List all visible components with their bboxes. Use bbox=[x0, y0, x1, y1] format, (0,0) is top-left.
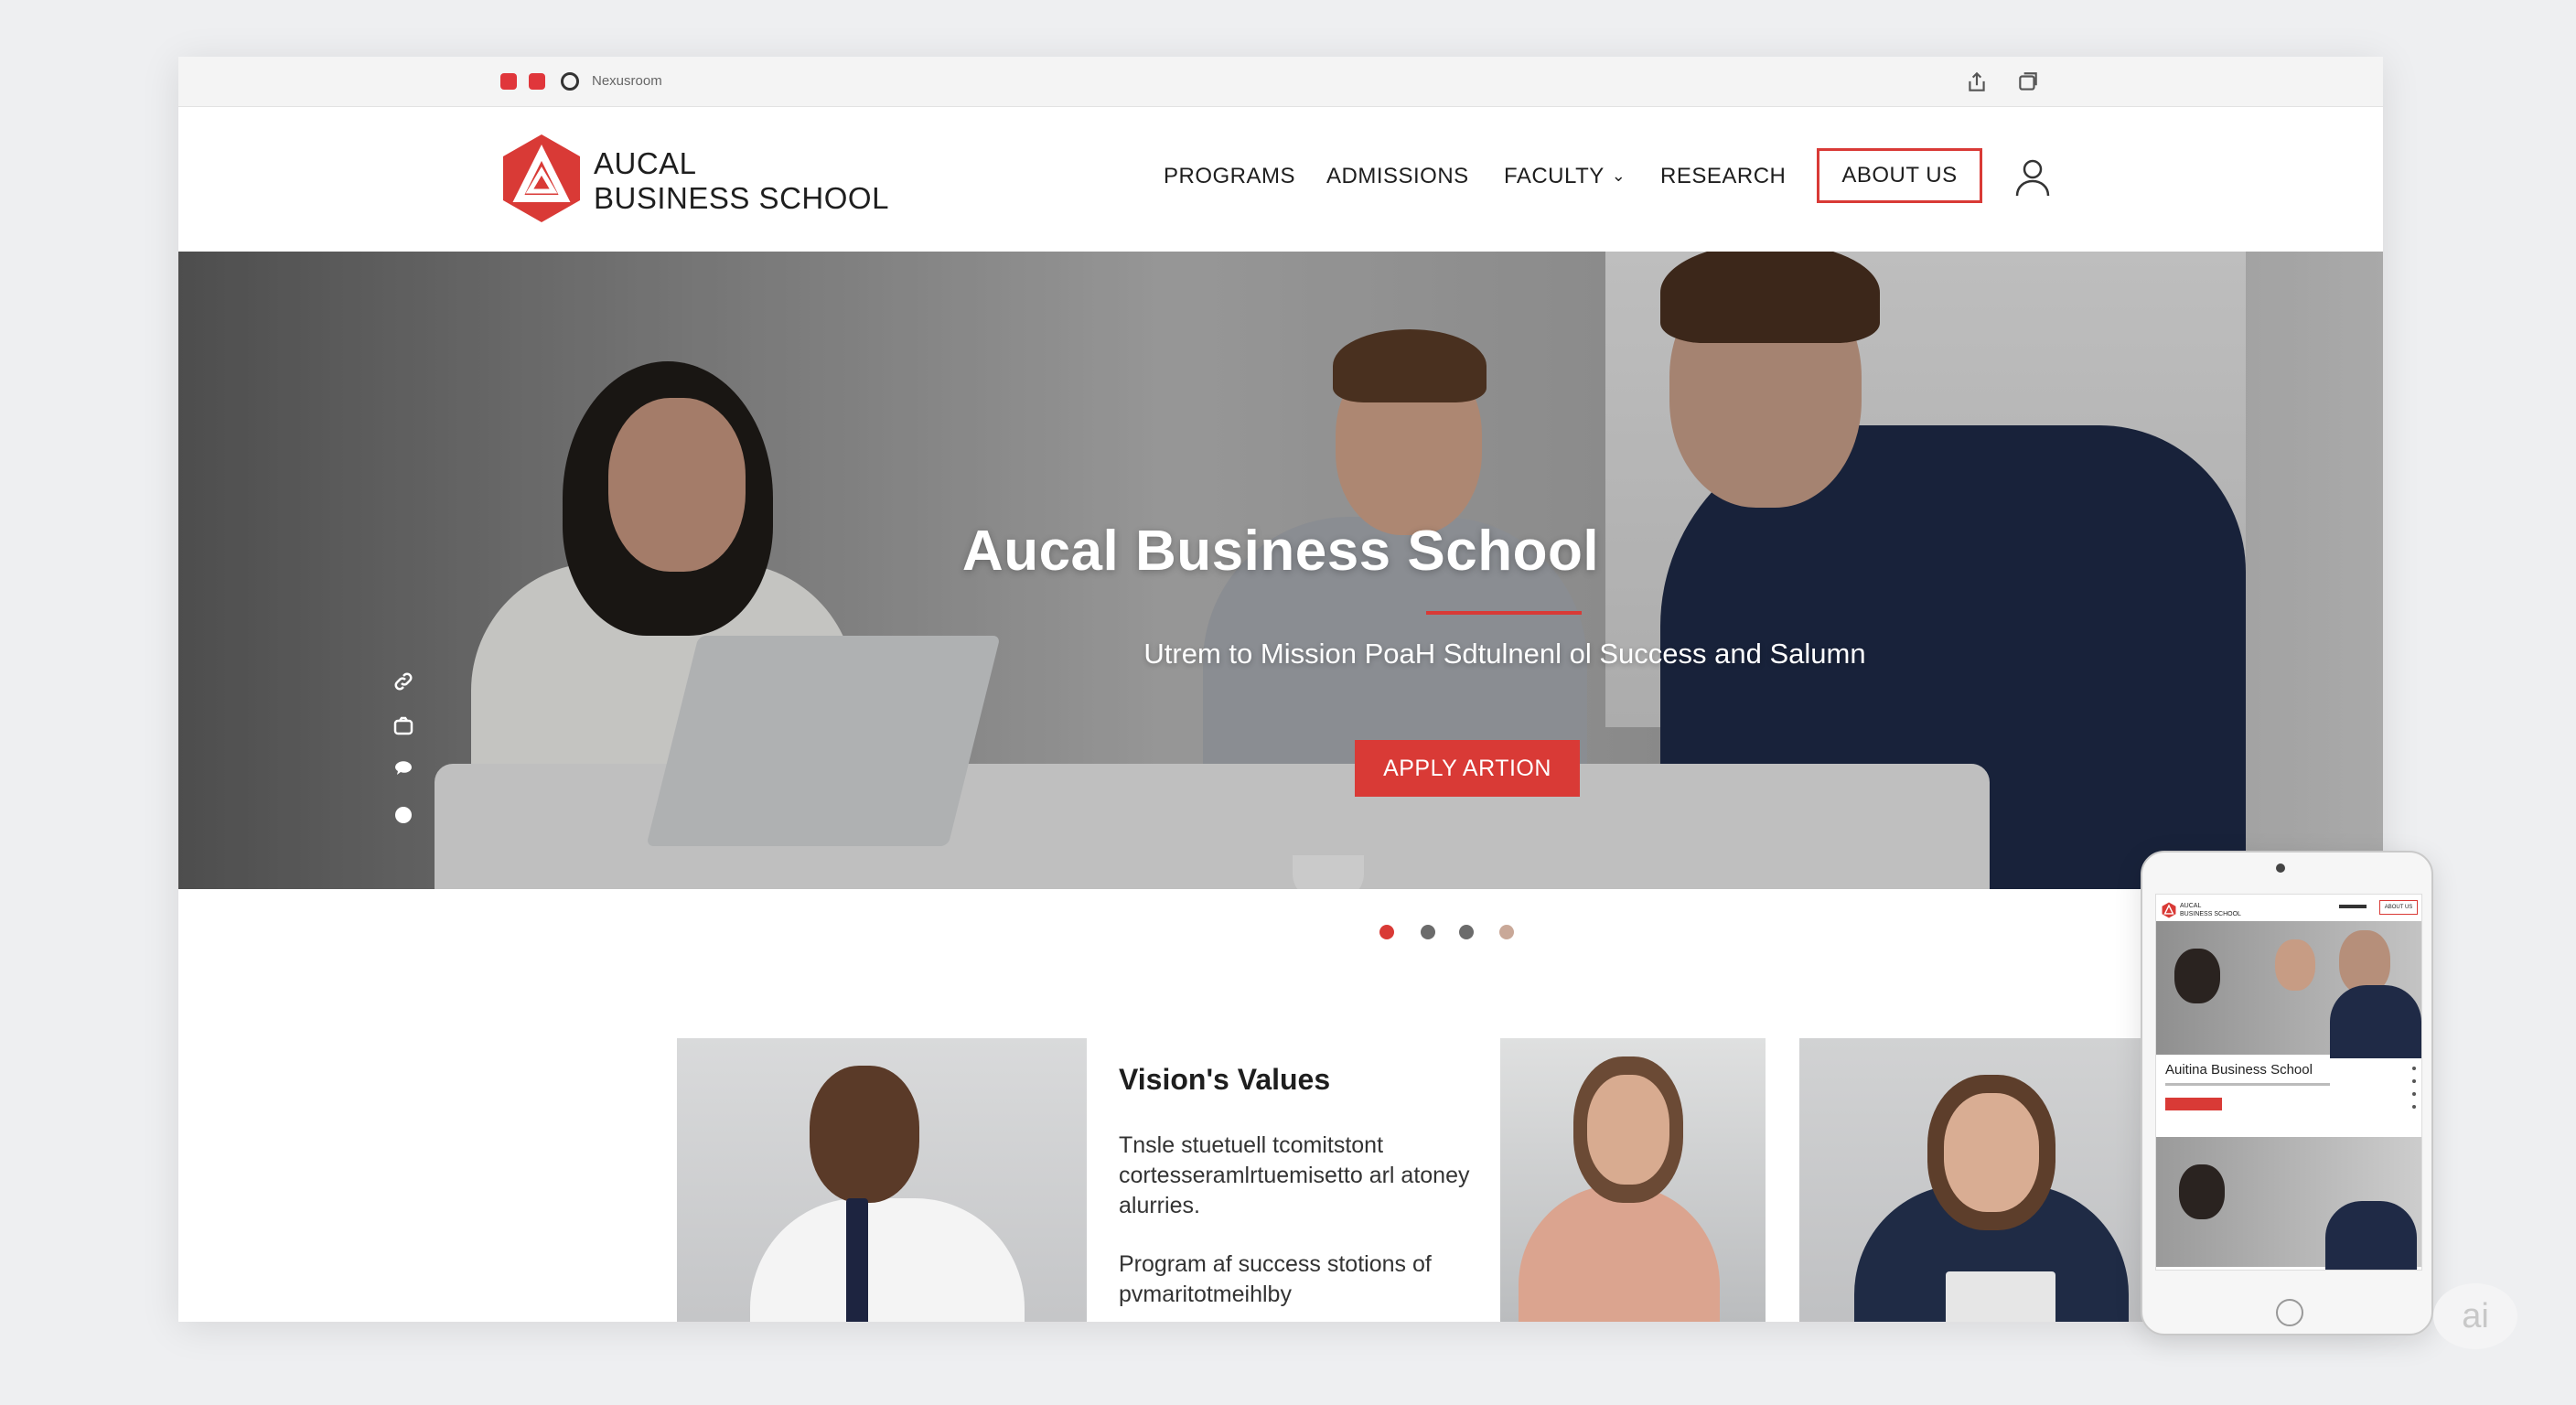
ai-watermark: ai bbox=[2433, 1283, 2517, 1349]
mobile-brand-name: AUCAL BUSINESS SCHOOL bbox=[2180, 902, 2241, 918]
nav-admissions[interactable]: ADMISSIONS bbox=[1326, 164, 1469, 189]
mobile-side-dot bbox=[2412, 1092, 2416, 1096]
window-minimize-control[interactable] bbox=[529, 73, 545, 90]
mobile-preview-device: AUCAL BUSINESS SCHOOL ABOUT US Auitina B… bbox=[2141, 851, 2433, 1335]
mobile-hero-photo bbox=[2156, 921, 2421, 1058]
apply-button[interactable]: APPLY ARTION bbox=[1355, 740, 1580, 797]
mobile-side-dot bbox=[2412, 1067, 2416, 1070]
mobile-side-dot bbox=[2412, 1105, 2416, 1109]
values-paragraph-1: Tnsle stuetuell tcomitstont cortesseraml… bbox=[1119, 1132, 1470, 1218]
school-brand-name[interactable]: AUCAL BUSINESS SCHOOL bbox=[594, 146, 889, 216]
mobile-photo2-person-1 bbox=[2179, 1164, 2225, 1219]
hero-title-divider bbox=[1426, 611, 1582, 615]
mobile-photo2-person-3 bbox=[2325, 1201, 2417, 1270]
hero-subtitle: Utrem to Mission PoaH Sdtulnenl ol Succe… bbox=[1143, 638, 1866, 670]
carousel-dot-2[interactable] bbox=[1421, 925, 1435, 939]
mobile-hero-person-1 bbox=[2174, 949, 2220, 1003]
address-bar[interactable]: Nexusroom bbox=[592, 73, 662, 89]
student-photo bbox=[677, 1038, 1087, 1322]
nav-faculty[interactable]: FACULTY ⌄ bbox=[1504, 164, 1626, 189]
phone-home-button[interactable] bbox=[2276, 1299, 2303, 1326]
student-photo-face bbox=[810, 1066, 919, 1203]
camera-icon[interactable] bbox=[392, 715, 414, 737]
mobile-second-photo bbox=[2156, 1137, 2421, 1270]
values-paragraph-2: Program af success stotions of pvmaritot… bbox=[1119, 1251, 1432, 1307]
chevron-down-icon: ⌄ bbox=[1611, 166, 1626, 185]
about-us-button[interactable]: ABOUT US bbox=[1817, 148, 1982, 203]
businesswoman-photo-face bbox=[1944, 1093, 2039, 1212]
nav-programs[interactable]: PROGRAMS bbox=[1164, 164, 1295, 189]
browser-window: Nexusroom AUCAL BUSINESS SCHOOL PROGRAMS… bbox=[178, 57, 2383, 1322]
window-close-control[interactable] bbox=[500, 73, 517, 90]
nav-research[interactable]: RESEARCH bbox=[1660, 164, 1786, 189]
chat-icon[interactable] bbox=[392, 760, 414, 782]
mobile-hero-title: Auitina Business School bbox=[2165, 1062, 2313, 1078]
student-photo-tie bbox=[846, 1198, 868, 1322]
student-photo-shirt bbox=[750, 1198, 1025, 1322]
mobile-hero-person-3-suit bbox=[2330, 985, 2421, 1058]
carousel-dot-3[interactable] bbox=[1459, 925, 1474, 939]
brand-line-2: BUSINESS SCHOOL bbox=[594, 181, 889, 215]
hero-title: Aucal Business School bbox=[961, 520, 1600, 583]
tabs-icon[interactable] bbox=[2016, 70, 2040, 94]
user-account-icon[interactable] bbox=[2012, 156, 2054, 198]
carousel-dot-4[interactable] bbox=[1499, 925, 1514, 939]
mobile-nav bbox=[2339, 905, 2367, 908]
mobile-brand-line-2: BUSINESS SCHOOL bbox=[2180, 911, 2241, 917]
mobile-about-button: ABOUT US bbox=[2379, 900, 2418, 915]
businesswoman-photo-laptop bbox=[1946, 1271, 2055, 1322]
school-logo-icon[interactable] bbox=[500, 133, 583, 224]
circle-icon[interactable] bbox=[392, 804, 414, 826]
mobile-preview-screen: AUCAL BUSINESS SCHOOL ABOUT US Auitina B… bbox=[2155, 894, 2422, 1271]
hero-banner: Aucal Business School Utrem to Mission P… bbox=[178, 252, 2383, 889]
woman-laptop-photo bbox=[1500, 1038, 1766, 1322]
mobile-logo-icon bbox=[2162, 902, 2176, 918]
mobile-side-dot bbox=[2412, 1079, 2416, 1083]
woman-laptop-photo-face bbox=[1587, 1075, 1669, 1185]
nav-faculty-label: FACULTY bbox=[1504, 164, 1605, 188]
share-icon[interactable] bbox=[1965, 70, 1989, 94]
mobile-hero-person-2 bbox=[2275, 939, 2315, 991]
browser-toolbar: Nexusroom bbox=[178, 57, 2383, 107]
site-header: AUCAL BUSINESS SCHOOL PROGRAMS ADMISSION… bbox=[178, 107, 2383, 252]
carousel-dot-1[interactable] bbox=[1379, 925, 1394, 939]
woman-laptop-photo-jacket bbox=[1519, 1185, 1720, 1322]
site-favicon bbox=[561, 72, 579, 91]
values-title: Vision's Values bbox=[1119, 1063, 1331, 1096]
phone-camera bbox=[2276, 863, 2285, 873]
mobile-apply-button bbox=[2165, 1098, 2222, 1110]
mobile-brand-line-1: AUCAL bbox=[2180, 903, 2202, 909]
mobile-hero-subtitle-line bbox=[2165, 1083, 2330, 1086]
brand-line-1: AUCAL bbox=[594, 146, 697, 180]
link-icon[interactable] bbox=[392, 670, 414, 692]
